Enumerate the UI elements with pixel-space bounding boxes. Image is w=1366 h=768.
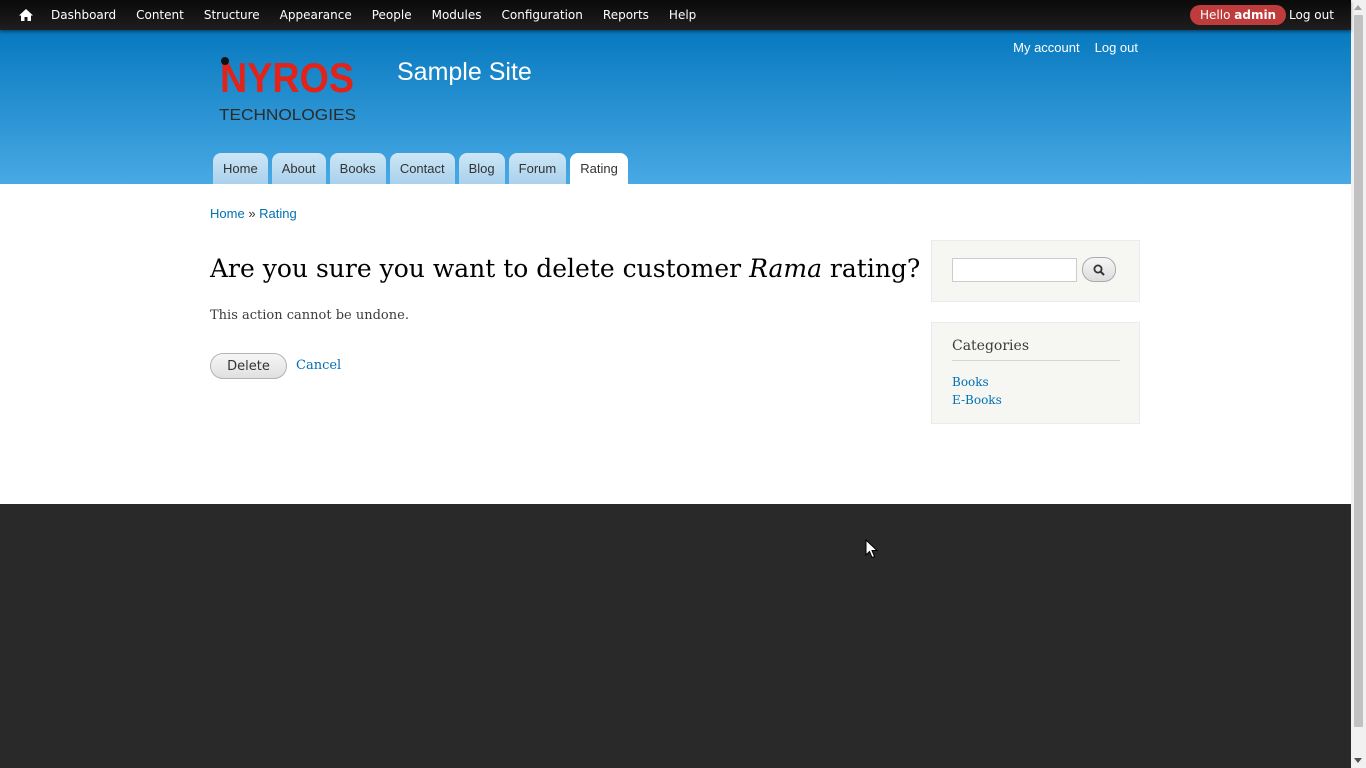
site-logo[interactable]: NYROS TECHNOLOGIES bbox=[219, 54, 359, 124]
cancel-link[interactable]: Cancel bbox=[296, 358, 341, 373]
toolbar-menu: Dashboard Content Structure Appearance P… bbox=[41, 0, 706, 30]
breadcrumb: Home » Rating bbox=[210, 206, 297, 221]
toolbar-logout-link[interactable]: Log out bbox=[1289, 0, 1334, 30]
greeting-prefix: Hello bbox=[1200, 8, 1231, 22]
nyros-logo: NYROS TECHNOLOGIES bbox=[219, 54, 356, 124]
title-suffix: rating? bbox=[821, 254, 921, 283]
header-logout-link[interactable]: Log out bbox=[1095, 40, 1138, 55]
scroll-up-icon[interactable] bbox=[1354, 5, 1362, 10]
page-title: Are you sure you want to delete customer… bbox=[210, 254, 920, 283]
tab-contact[interactable]: Contact bbox=[389, 153, 455, 184]
my-account-link[interactable]: My account bbox=[1013, 40, 1079, 55]
tab-forum[interactable]: Forum bbox=[508, 153, 567, 184]
toolbar-item-content[interactable]: Content bbox=[126, 0, 194, 30]
secondary-menu: My account Log out bbox=[1013, 40, 1138, 55]
svg-text:TECHNOLOGIES: TECHNOLOGIES bbox=[219, 107, 356, 124]
tab-blog[interactable]: Blog bbox=[458, 153, 505, 184]
vertical-scrollbar[interactable] bbox=[1351, 0, 1366, 768]
title-prefix: Are you sure you want to delete customer bbox=[210, 254, 750, 283]
toolbar-item-appearance[interactable]: Appearance bbox=[270, 0, 362, 30]
site-header: NYROS TECHNOLOGIES Sample Site My accoun… bbox=[0, 30, 1351, 184]
category-books-link[interactable]: Books bbox=[952, 375, 989, 389]
svg-text:NYROS: NYROS bbox=[220, 54, 354, 101]
toolbar-item-modules[interactable]: Modules bbox=[422, 0, 492, 30]
scrollbar-thumb[interactable] bbox=[1354, 15, 1363, 727]
username: admin bbox=[1234, 8, 1277, 22]
scroll-down-icon[interactable] bbox=[1354, 758, 1362, 763]
mouse-cursor-icon bbox=[865, 539, 879, 559]
search-input[interactable] bbox=[952, 258, 1077, 282]
toolbar-item-reports[interactable]: Reports bbox=[593, 0, 659, 30]
tab-books[interactable]: Books bbox=[329, 153, 386, 184]
toolbar-item-configuration[interactable]: Configuration bbox=[492, 0, 593, 30]
customer-name: Rama bbox=[749, 254, 822, 283]
search-button[interactable] bbox=[1082, 257, 1116, 282]
admin-toolbar: Dashboard Content Structure Appearance P… bbox=[0, 0, 1351, 30]
home-icon bbox=[19, 9, 33, 21]
main-content: Home » Rating Are you sure you want to d… bbox=[0, 184, 1351, 504]
toolbar-item-help[interactable]: Help bbox=[659, 0, 706, 30]
breadcrumb-home-link[interactable]: Home bbox=[210, 206, 245, 221]
toolbar-item-people[interactable]: People bbox=[362, 0, 422, 30]
toolbar-item-dashboard[interactable]: Dashboard bbox=[41, 0, 126, 30]
category-ebooks-link[interactable]: E-Books bbox=[952, 393, 1002, 407]
site-name[interactable]: Sample Site bbox=[397, 58, 532, 87]
breadcrumb-separator: » bbox=[248, 206, 256, 221]
breadcrumb-rating-link[interactable]: Rating bbox=[259, 206, 297, 221]
tab-home[interactable]: Home bbox=[213, 153, 268, 184]
list-item: Books bbox=[952, 373, 1002, 391]
delete-button[interactable]: Delete bbox=[210, 353, 287, 379]
toolbar-home-link[interactable] bbox=[18, 7, 34, 23]
tab-about[interactable]: About bbox=[271, 153, 326, 184]
site-footer bbox=[0, 504, 1351, 768]
list-item: E-Books bbox=[952, 391, 1002, 409]
search-block bbox=[931, 240, 1140, 302]
main-menu: Home About Books Contact Blog Forum Rati… bbox=[213, 153, 628, 184]
tab-rating[interactable]: Rating bbox=[570, 153, 628, 184]
search-icon bbox=[1093, 264, 1105, 276]
confirmation-description: This action cannot be undone. bbox=[210, 308, 409, 323]
toolbar-item-structure[interactable]: Structure bbox=[194, 0, 270, 30]
categories-block: Categories Books E-Books bbox=[931, 322, 1140, 424]
user-greeting-badge[interactable]: Hello admin bbox=[1190, 5, 1287, 25]
categories-title: Categories bbox=[952, 338, 1120, 361]
categories-list: Books E-Books bbox=[952, 373, 1002, 409]
